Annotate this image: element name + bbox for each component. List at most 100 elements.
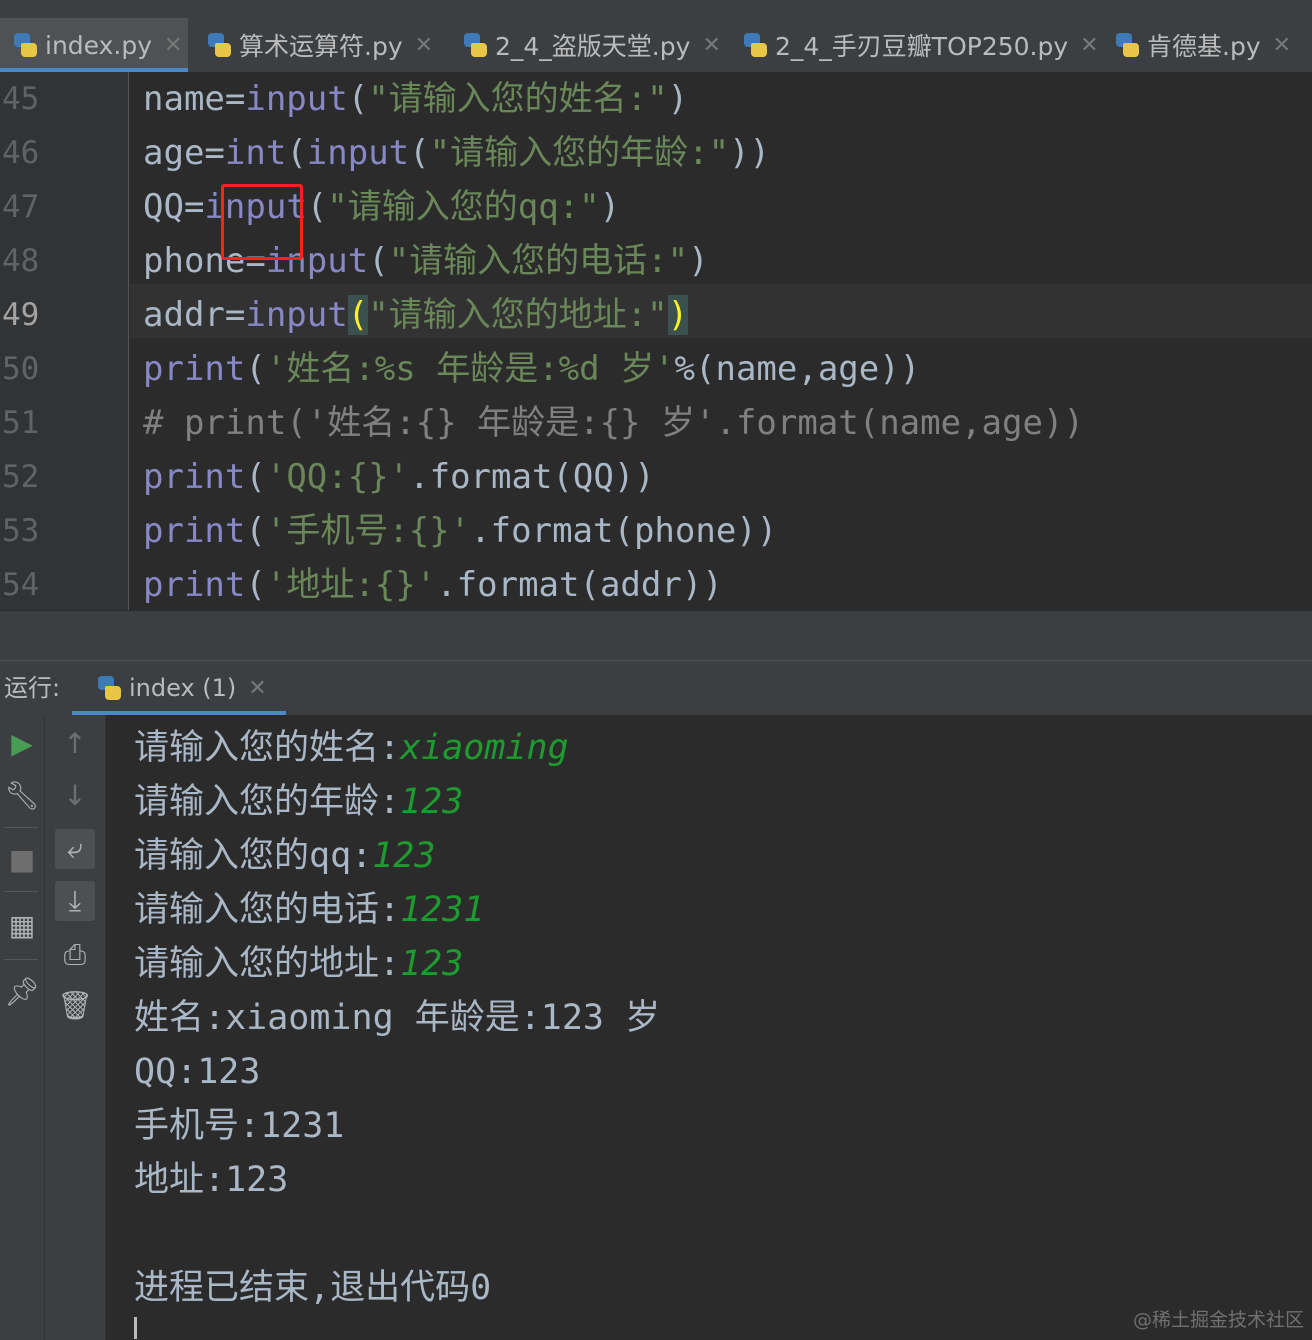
watermark: @稀土掘金技术社区 xyxy=(1132,1309,1304,1331)
code-line: print('地址:{}'.format(addr)) xyxy=(143,558,723,612)
console-text: 请输入您的地址: xyxy=(134,944,401,984)
code-token: ( xyxy=(306,187,328,227)
editor-tab-bar: index.py ✕ 算术运算符.py ✕ 2_4_盗版天堂.py ✕ 2_4_… xyxy=(0,18,1312,73)
console-user-input: 123 xyxy=(400,944,464,984)
code-token: ( xyxy=(245,511,266,551)
trash-icon[interactable]: 🗑︎ xyxy=(55,985,95,1025)
run-label: 运行: xyxy=(4,674,61,702)
run-tool-window-header: 运行: index (1) ✕ xyxy=(0,660,1312,716)
code-line: QQ=input("请输入您的qq:") xyxy=(143,180,620,234)
console-text: 请输入您的qq: xyxy=(134,836,373,876)
console-user-input: 123 xyxy=(372,836,436,876)
console-line: 手机号:1231 xyxy=(134,1099,344,1153)
toolbar-divider xyxy=(4,959,38,960)
tab-label: 肯德基.py xyxy=(1147,32,1261,61)
toolbar-divider xyxy=(4,891,38,892)
code-token: ( xyxy=(347,79,369,119)
arrow-up-icon[interactable]: ↑ xyxy=(55,723,95,763)
run-tab-index[interactable]: index (1) ✕ xyxy=(72,661,286,715)
code-token: ) xyxy=(688,241,709,281)
rerun-icon[interactable]: ▶ xyxy=(2,723,42,763)
code-line: print('QQ:{}'.format(QQ)) xyxy=(143,450,655,504)
code-token: .format(phone)) xyxy=(470,511,778,551)
close-icon[interactable]: ✕ xyxy=(1080,33,1098,58)
code-token: ( xyxy=(368,241,389,281)
code-line: age=int(input("请输入您的年龄:")) xyxy=(143,126,770,180)
code-token: 'QQ:{}' xyxy=(265,457,410,497)
run-toolbar-primary: ▶ 🔧︎ ■ ▦ 📌︎ xyxy=(0,715,45,1340)
tab-label: index.py xyxy=(45,30,153,60)
console-text: 进程已结束,退出代码0 xyxy=(134,1268,492,1308)
close-icon[interactable]: ✕ xyxy=(248,676,266,701)
tab-arithmetic-py[interactable]: 算术运算符.py ✕ xyxy=(206,18,433,72)
soft-wrap-icon[interactable]: ⤶ xyxy=(55,829,95,869)
code-line: name=input("请输入您的姓名:") xyxy=(143,72,688,126)
pin-icon[interactable]: 📌︎ xyxy=(2,971,42,1011)
line-number: 47 xyxy=(2,189,40,225)
line-number: 53 xyxy=(2,513,40,549)
close-icon[interactable]: ✕ xyxy=(1273,33,1291,58)
code-token: print xyxy=(143,457,246,497)
panel-separator[interactable] xyxy=(0,610,1312,661)
tab-index-py[interactable]: index.py ✕ xyxy=(0,18,188,72)
code-token: ) xyxy=(599,187,621,227)
tab-label: 2_4_盗版天堂.py xyxy=(495,32,691,61)
line-number: 48 xyxy=(2,243,40,279)
line-number: 45 xyxy=(2,81,40,117)
console-text: 姓名:xiaoming 年龄是:123 岁 xyxy=(134,998,661,1038)
console-text: 请输入您的年龄: xyxy=(134,782,401,822)
tab-label: 算术运算符.py xyxy=(239,32,403,61)
console-user-input: 1231 xyxy=(400,890,485,930)
console-line: QQ:123 xyxy=(134,1045,260,1099)
scroll-to-end-icon[interactable]: ⤓ xyxy=(55,881,95,921)
console-line: 请输入您的姓名:xiaoming xyxy=(134,721,569,775)
console-line: 请输入您的qq:123 xyxy=(134,829,435,883)
console-output[interactable]: 请输入您的姓名:xiaoming 请输入您的年龄:123 请输入您的qq:123 请输… xyxy=(106,715,1312,1340)
stop-icon[interactable]: ■ xyxy=(2,839,42,879)
console-text: QQ:123 xyxy=(134,1052,261,1092)
code-token: print xyxy=(143,565,246,605)
highlight-annotation-box xyxy=(221,184,303,260)
close-icon[interactable]: ✕ xyxy=(415,33,433,58)
python-file-icon xyxy=(1114,31,1140,59)
tab-douban-top250-py[interactable]: 2_4_手刃豆瓣TOP250.py ✕ xyxy=(742,18,1099,72)
code-line: print('手机号:{}'.format(phone)) xyxy=(143,504,777,558)
code-token: input xyxy=(245,79,348,119)
python-run-icon xyxy=(96,674,122,702)
line-number: 50 xyxy=(2,351,40,387)
layout-icon[interactable]: ▦ xyxy=(2,905,42,945)
code-token: "请输入您的电话:" xyxy=(388,241,689,281)
code-token: # print('姓名:{} 年龄是:{} 岁'.format(name,age… xyxy=(143,403,1084,443)
console-text: 请输入您的姓名: xyxy=(134,728,401,768)
tab-label: 2_4_手刃豆瓣TOP250.py xyxy=(775,32,1069,61)
python-file-icon xyxy=(12,31,38,59)
python-file-icon xyxy=(462,31,488,59)
code-token: addr= xyxy=(143,295,246,335)
console-text: 请输入您的电话: xyxy=(134,890,401,930)
code-token: ( xyxy=(245,457,266,497)
code-token: "请输入您的qq:" xyxy=(327,187,600,227)
code-token: .format(addr)) xyxy=(436,565,723,605)
wrench-icon[interactable]: 🔧︎ xyxy=(2,775,42,815)
code-line: addr=input("请输入您的地址:") xyxy=(143,288,689,342)
code-token: "请输入您的姓名:" xyxy=(368,79,668,119)
code-token: ( xyxy=(347,295,369,335)
tab-kfc-py[interactable]: 肯德基.py ✕ xyxy=(1114,18,1291,72)
tab-pirate-heaven-py[interactable]: 2_4_盗版天堂.py ✕ xyxy=(462,18,721,72)
print-icon[interactable]: ⎙ xyxy=(55,935,95,975)
console-text: 地址:123 xyxy=(134,1160,289,1200)
console-line: 请输入您的地址:123 xyxy=(134,937,463,991)
code-token: '地址:{}' xyxy=(265,565,437,605)
close-icon[interactable]: ✕ xyxy=(702,33,720,58)
toolbar-divider xyxy=(4,827,38,828)
code-token: ( xyxy=(409,133,430,173)
code-token: ) xyxy=(667,295,689,335)
code-token: .format(QQ)) xyxy=(409,457,655,497)
code-editor[interactable]: 45 46 47 48 49 50 51 52 53 54 name=input("请输入您的姓名… xyxy=(0,72,1312,610)
close-icon[interactable]: ✕ xyxy=(164,33,182,58)
code-token: '手机号:{}' xyxy=(265,511,471,551)
code-token: ( xyxy=(245,565,266,605)
arrow-down-icon[interactable]: ↓ xyxy=(55,775,95,815)
code-token: )) xyxy=(729,133,771,173)
line-number: 54 xyxy=(2,567,40,603)
